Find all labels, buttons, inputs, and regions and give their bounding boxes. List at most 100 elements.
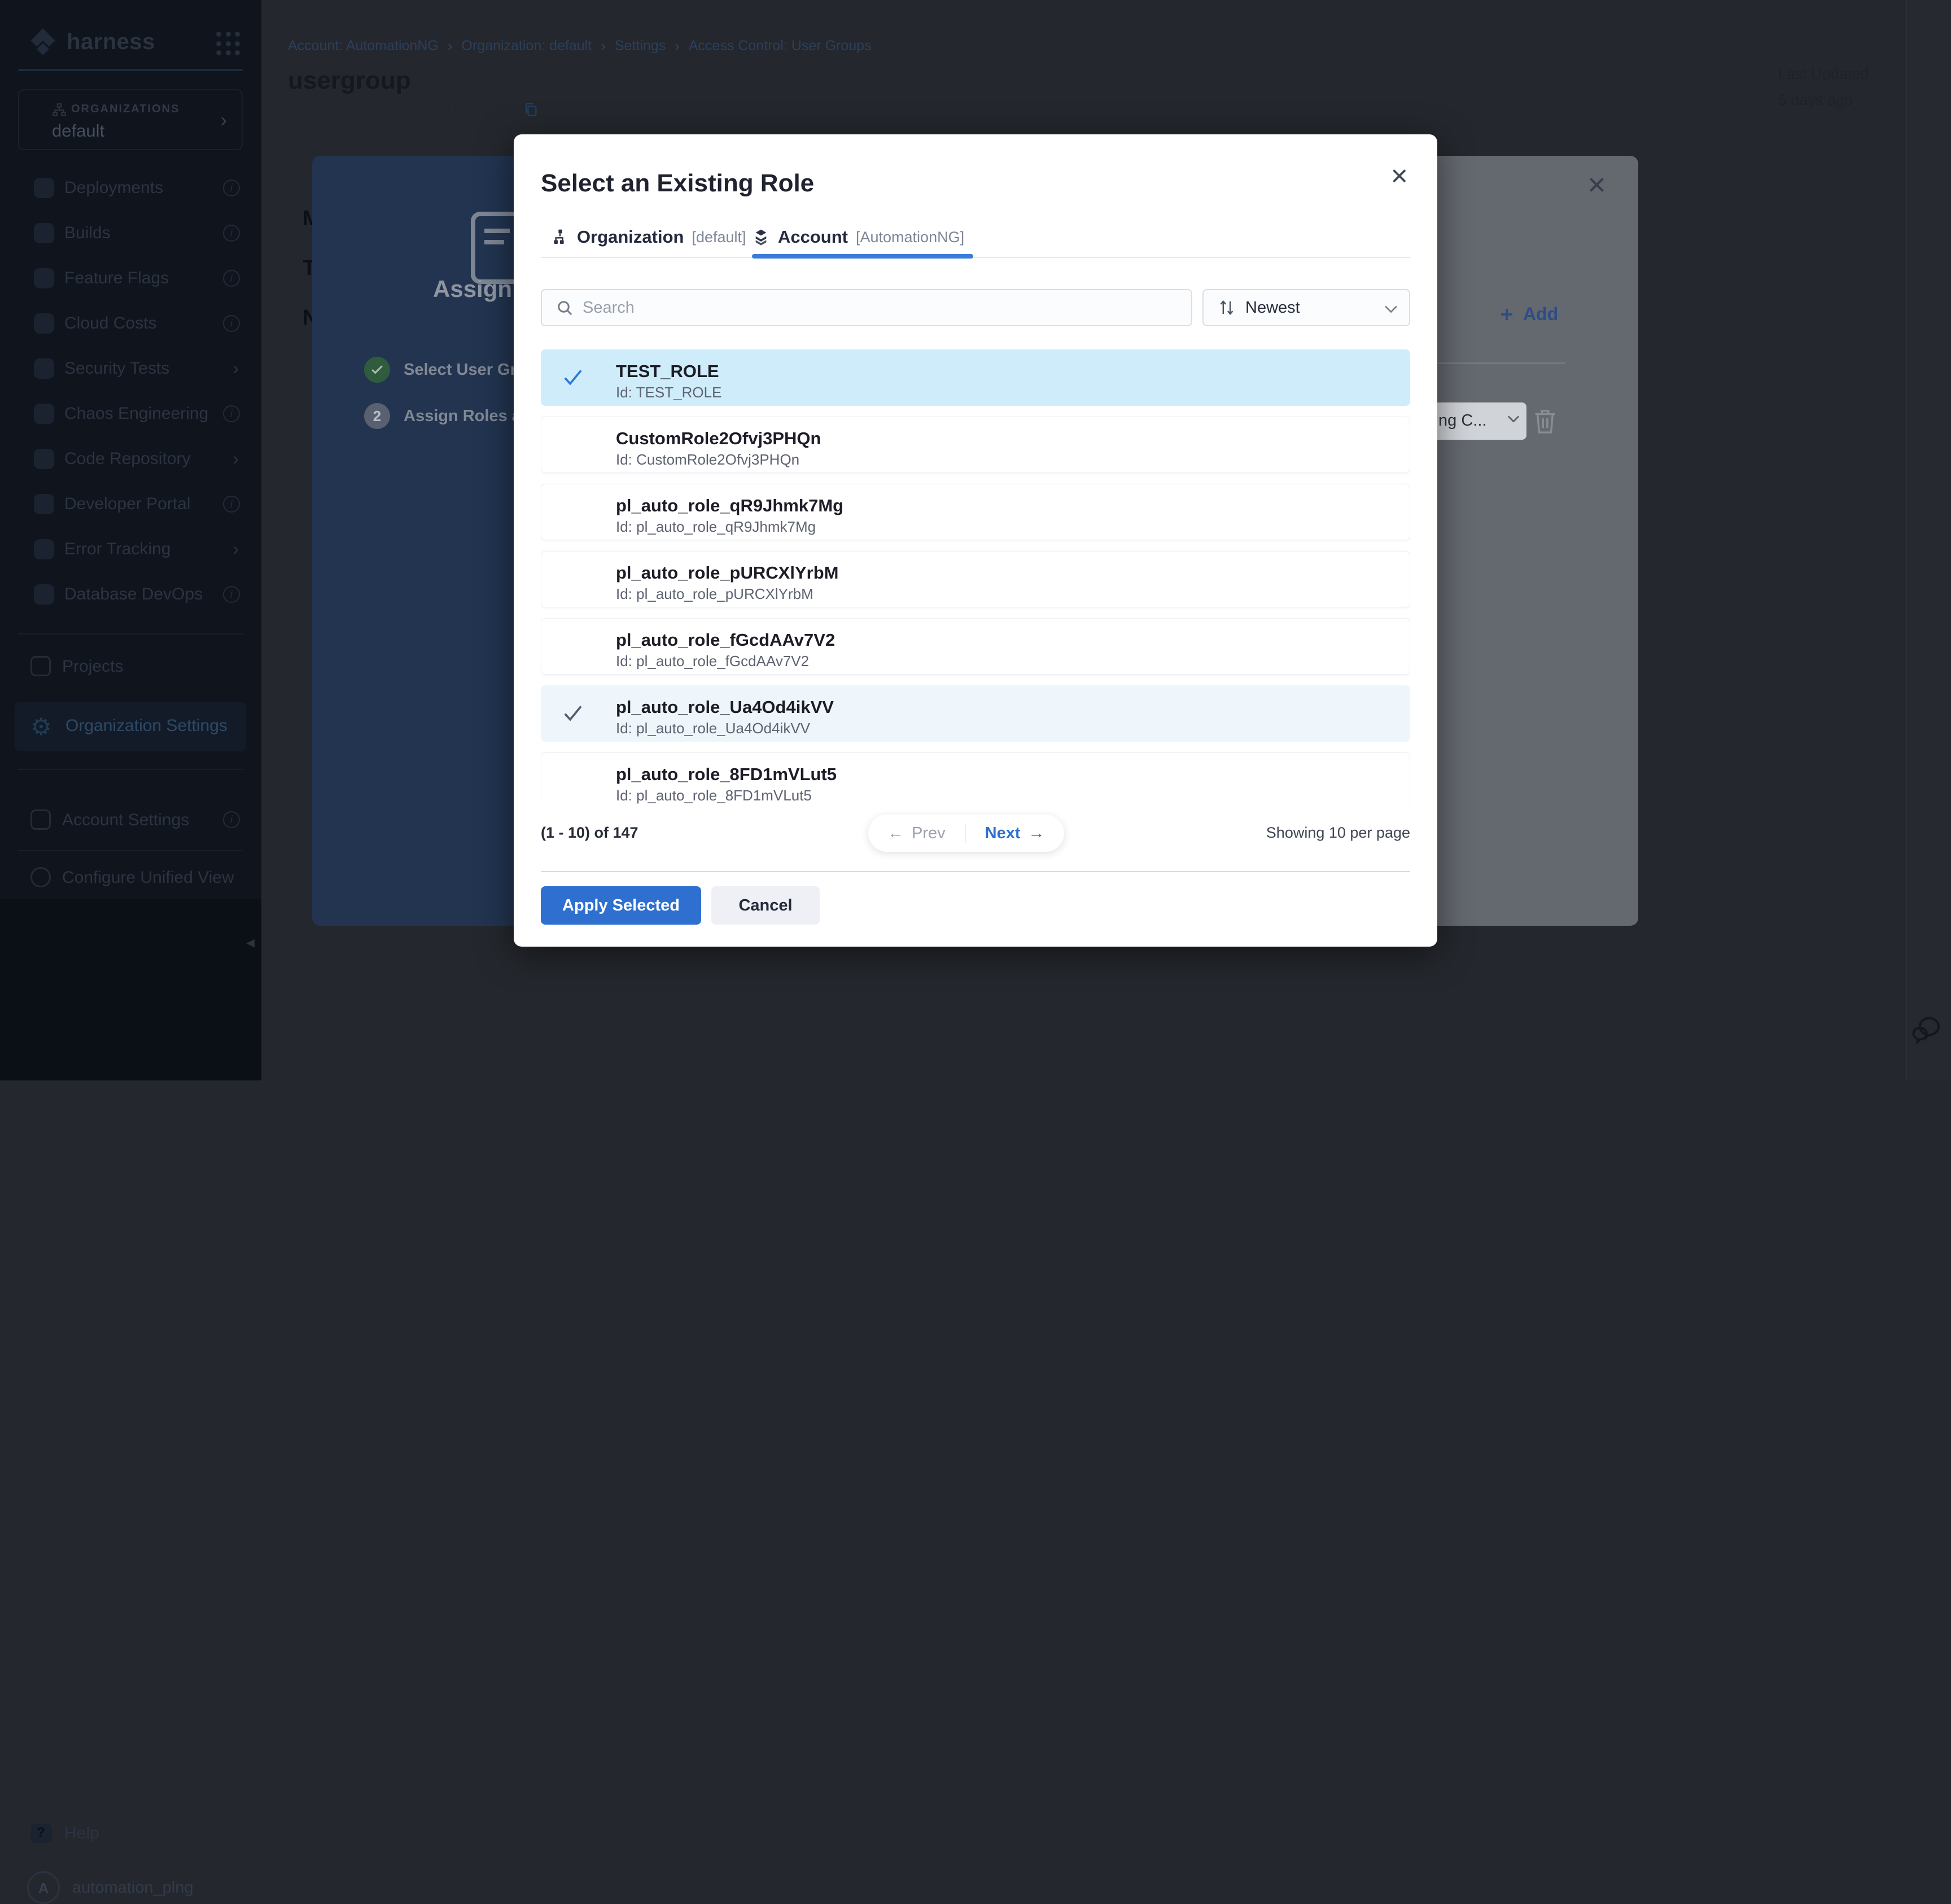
page-right-gutter [1906,0,1951,1080]
role-list-item[interactable]: pl_auto_role_fGcdAAv7V2 Id: pl_auto_role… [541,618,1410,675]
info-icon[interactable]: i [223,811,240,828]
trash-icon[interactable] [1532,406,1558,435]
error-tracking-icon [34,539,54,559]
next-page-button[interactable]: Next → [966,824,1064,843]
prev-page-button[interactable]: ← Prev [868,824,966,843]
role-list-item[interactable]: pl_auto_role_8FD1mVLut5 Id: pl_auto_role… [541,752,1410,804]
chevron-right-icon[interactable]: › [233,539,239,559]
info-icon[interactable]: i [223,496,240,513]
role-list-item[interactable]: pl_auto_role_pURCXlYrbM Id: pl_auto_role… [541,551,1410,607]
wizard-step-2: 2 Assign Roles an [364,403,531,429]
role-id: Id: TEST_ROLE [616,384,721,401]
step-done-check-icon [364,357,390,383]
role-id: Id: pl_auto_role_pURCXlYrbM [616,585,813,603]
feature-flags-icon [34,268,54,288]
help-chat-icon [30,1824,52,1843]
info-icon[interactable]: i [223,405,240,422]
select-role-dialog: Select an Existing Role × Organization [… [514,134,1437,947]
info-icon[interactable]: i [223,315,240,332]
role-name: pl_auto_role_Ua4Od4ikVV [616,697,834,717]
info-icon[interactable]: i [223,270,240,287]
harness-logo-icon [28,27,58,56]
breadcrumb-link[interactable]: Settings [615,38,666,54]
breadcrumb-separator-icon: › [448,37,453,55]
user-menu[interactable]: A automation_plng [27,1871,193,1904]
sidebar-item[interactable]: Security Tests › [0,346,261,391]
wrench-icon [30,867,51,887]
role-list-item[interactable]: TEST_ROLE Id: TEST_ROLE [541,349,1410,406]
add-role-binding-button[interactable]: Add [1498,304,1558,325]
sidebar-item-organization-settings[interactable]: ⚙ Organization Settings [15,702,246,751]
org-selector-value: default [52,121,104,141]
copy-icon[interactable] [523,101,539,118]
info-icon[interactable]: i [223,180,240,196]
tab-scope: [default] [692,229,746,246]
breadcrumb: Account: AutomationNG › Organization: de… [288,37,872,55]
sidebar-item-label: Deployments [64,178,163,198]
organization-hierarchy-icon [551,228,569,246]
role-name: pl_auto_role_qR9Jhmk7Mg [616,496,843,516]
sidebar-item-label: Account Settings [62,811,189,830]
sidebar-item[interactable]: Chaos Engineering i [0,391,261,436]
role-name: TEST_ROLE [616,361,719,382]
sidebar-item[interactable]: Developer Portal i [0,482,261,527]
role-list: TEST_ROLE Id: TEST_ROLE CustomRole2Ofvj3… [541,349,1410,804]
code-repository-icon [34,449,54,469]
sort-arrows-icon [1218,299,1235,317]
sidebar-item[interactable]: Code Repository › [0,436,261,482]
close-icon[interactable]: × [1391,161,1408,191]
role-name: pl_auto_role_pURCXlYrbM [616,563,838,583]
role-name: pl_auto_role_fGcdAAv7V2 [616,630,835,650]
arrow-left-icon: ← [887,824,904,843]
sidebar-item-help[interactable]: Help [30,1824,99,1843]
developer-portal-icon [34,494,54,514]
sidebar-item[interactable]: Deployments i [0,165,261,211]
sidebar-item[interactable]: Builds i [0,211,261,256]
info-icon[interactable]: i [223,225,240,242]
support-chat-icon[interactable] [1910,1014,1944,1048]
check-icon [562,366,584,388]
role-list-item[interactable]: pl_auto_role_Ua4Od4ikVV Id: pl_auto_role… [541,685,1410,742]
org-selector[interactable]: ORGANIZATIONS default › [18,89,243,150]
sidebar-item-account-settings[interactable]: Account Settings i [0,797,261,844]
sidebar-item-projects[interactable]: Projects [0,644,261,691]
sidebar-item[interactable]: Database DevOps i [0,572,261,617]
sidebar-item-configure-unified-view[interactable]: Configure Unified View [0,855,261,902]
sidebar-item[interactable]: Cloud Costs i [0,301,261,346]
sidebar-item[interactable]: Error Tracking › [0,527,261,572]
sidebar-item-label: Code Repository [64,449,190,469]
apply-selected-button[interactable]: Apply Selected [541,886,701,925]
sidebar-item-label: Error Tracking [64,540,170,559]
search-box [541,289,1192,326]
org-selector-label: ORGANIZATIONS [71,103,180,116]
tab-scope: [AutomationNG] [856,229,964,246]
close-icon[interactable]: × [1587,166,1606,203]
info-icon[interactable]: i [223,586,240,603]
resource-group-select[interactable]: ng C... [1437,402,1526,440]
account-layers-icon [752,228,770,246]
breadcrumb-separator-icon: › [601,37,606,55]
role-list-item[interactable]: pl_auto_role_qR9Jhmk7Mg Id: pl_auto_role… [541,484,1410,540]
app-grid-icon[interactable] [216,32,241,56]
sidebar-item-label: Organization Settings [65,716,228,736]
sidebar-collapse-icon[interactable]: ◂ [246,933,255,952]
chevron-right-icon[interactable]: › [233,448,239,469]
role-name: pl_auto_role_8FD1mVLut5 [616,764,837,785]
role-name: CustomRole2Ofvj3PHQn [616,428,821,449]
wizard-step-1: Select User Gro [364,357,527,383]
sidebar-item[interactable]: Feature Flags i [0,256,261,301]
tab-organization[interactable]: Organization [default] [551,227,746,247]
search-input[interactable] [583,291,1170,324]
breadcrumb-link[interactable]: Access Control: User Groups [689,38,872,54]
sidebar-nav: Deployments i Builds i Feature Flags i [0,165,261,617]
breadcrumb-link[interactable]: Organization: default [461,38,592,54]
plus-icon [1498,306,1515,323]
tab-account[interactable]: Account [AutomationNG] [752,227,964,247]
cancel-button[interactable]: Cancel [711,886,820,925]
breadcrumb-link[interactable]: Account: AutomationNG [288,38,439,54]
sort-dropdown[interactable]: Newest [1202,289,1410,326]
role-id: Id: CustomRole2Ofvj3PHQn [616,451,799,469]
chevron-right-icon[interactable]: › [233,358,239,379]
role-list-item[interactable]: CustomRole2Ofvj3PHQn Id: CustomRole2Ofvj… [541,417,1410,473]
wizard-panel: Assign Ro Select User Gro 2 Assign Roles… [312,156,514,926]
